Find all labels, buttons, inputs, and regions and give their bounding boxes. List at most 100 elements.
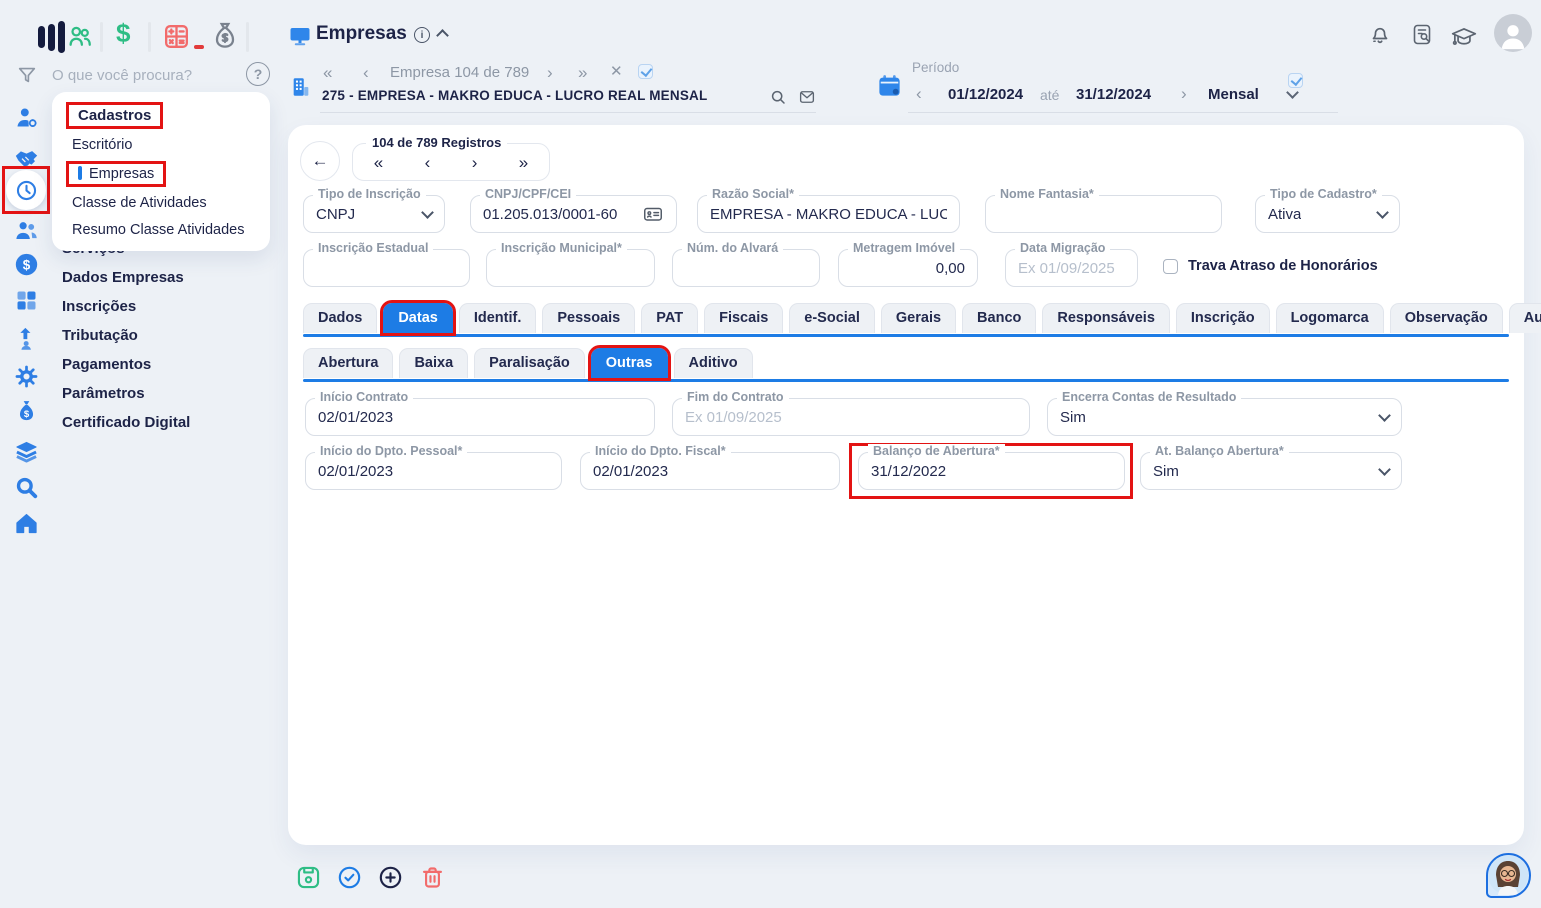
period-prev-button[interactable]: ‹ [916, 85, 922, 102]
mail-icon[interactable] [797, 88, 817, 106]
back-button[interactable]: ← [300, 141, 340, 181]
subtab-paralisa-o[interactable]: Paralisação [474, 348, 585, 378]
data-migracao-field[interactable]: Data Migração Ex 01/09/2025 [1005, 241, 1138, 287]
tipo-inscricao-select[interactable]: Tipo de Inscrição CNPJ [303, 187, 445, 233]
period-end[interactable]: 31/12/2024 [1076, 86, 1151, 103]
tab-inscri-o[interactable]: Inscrição [1175, 303, 1270, 333]
field-label: Encerra Contas de Resultado [1057, 390, 1242, 404]
calculator-icon[interactable] [161, 21, 192, 52]
tab-e-social[interactable]: e-Social [789, 303, 875, 333]
sidebar-item-certificado-digital[interactable]: Certificado Digital [62, 414, 190, 431]
encerra-contas-select[interactable]: Encerra Contas de Resultado Sim [1047, 390, 1402, 436]
users-icon-rail[interactable] [13, 217, 40, 244]
sidebar-item-inscri-es[interactable]: Inscrições [62, 298, 190, 315]
save-button[interactable] [295, 864, 322, 891]
nome-fantasia-field[interactable]: Nome Fantasia* [985, 187, 1222, 233]
prev-record-button[interactable]: ‹ [363, 64, 369, 81]
registros-next-button[interactable]: › [472, 154, 478, 171]
razao-social-field[interactable]: Razão Social* EMPRESA - MAKRO EDUCA - LU… [697, 187, 960, 233]
bell-icon[interactable] [1368, 21, 1392, 47]
search-icon-rail[interactable] [13, 474, 40, 501]
period-checkbox[interactable] [1288, 73, 1303, 88]
info-icon[interactable]: i [414, 27, 430, 43]
inscricao-estadual-field[interactable]: Inscrição Estadual [303, 241, 470, 287]
tab-logomarca[interactable]: Logomarca [1275, 303, 1384, 333]
tab-gerais[interactable]: Gerais [880, 303, 957, 333]
registros-first-button[interactable]: « [374, 154, 383, 171]
gear-icon[interactable] [13, 363, 40, 390]
period-next-button[interactable]: › [1181, 85, 1187, 102]
tab-dados[interactable]: Dados [303, 303, 378, 333]
first-record-button[interactable]: « [323, 64, 332, 81]
sidebar-item-dados-empresas[interactable]: Dados Empresas [62, 269, 190, 286]
num-alvara-field[interactable]: Núm. do Alvará [672, 241, 820, 287]
menu-item-resumo-classe-atividades[interactable]: Resumo Classe Atividades [66, 219, 256, 241]
delete-button[interactable] [419, 864, 446, 891]
add-button[interactable] [377, 864, 404, 891]
tab-respons-veis[interactable]: Responsáveis [1042, 303, 1170, 333]
help-icon[interactable]: ? [246, 62, 270, 86]
tipo-cadastro-select[interactable]: Tipo de Cadastro* Ativa [1255, 187, 1400, 233]
document-search-icon[interactable] [1410, 22, 1434, 47]
search-input[interactable]: O que você procura? [52, 67, 192, 84]
money-bag-icon-rail[interactable]: $ [13, 398, 40, 425]
menu-item-empresas[interactable]: Empresas [66, 161, 167, 187]
record-filter-checkbox[interactable] [638, 64, 653, 79]
last-record-button[interactable]: » [578, 64, 587, 81]
confirm-button[interactable] [336, 864, 363, 891]
person-raise-icon[interactable] [13, 325, 40, 352]
tab-identif[interactable]: Identif. [458, 303, 537, 333]
menu-item-cadastros[interactable]: Cadastros [66, 102, 164, 129]
period-mode-select[interactable]: Mensal [1208, 86, 1259, 103]
tab-pat[interactable]: PAT [641, 303, 699, 333]
tab-banco[interactable]: Banco [962, 303, 1037, 333]
dollar-circle-icon[interactable]: $ [13, 251, 40, 278]
next-record-button[interactable]: › [547, 64, 553, 81]
cnpj-field[interactable]: CNPJ/CPF/CEI 01.205.013/0001-60 [470, 187, 677, 233]
at-balanco-abertura-select[interactable]: At. Balanço Abertura* Sim [1140, 444, 1402, 490]
tab-datas[interactable]: Datas [380, 300, 456, 336]
registros-last-button[interactable]: » [519, 154, 528, 171]
user-settings-icon[interactable] [13, 104, 40, 131]
money-bag-icon[interactable] [209, 19, 241, 53]
subtab-aditivo[interactable]: Aditivo [673, 348, 753, 378]
inicio-contrato-field[interactable]: Início Contrato 02/01/2023 [305, 390, 655, 436]
inscricao-municipal-field[interactable]: Inscrição Municipal* [486, 241, 655, 287]
calculator-icon-rail[interactable] [13, 287, 40, 314]
id-card-icon[interactable] [642, 203, 664, 225]
users-icon[interactable] [64, 21, 96, 51]
fim-contrato-field[interactable]: Fim do Contrato Ex 01/09/2025 [672, 390, 1030, 436]
checkbox-icon[interactable] [1163, 258, 1178, 274]
avatar[interactable] [1494, 14, 1532, 52]
menu-item-classe-de-atividades[interactable]: Classe de Atividades [66, 192, 256, 214]
chevron-down-icon[interactable] [1286, 86, 1299, 99]
inicio-dpto-fiscal-field[interactable]: Início do Dpto. Fiscal* 02/01/2023 [580, 444, 840, 490]
tab-auditoria[interactable]: Auditoria [1508, 303, 1541, 333]
support-avatar[interactable] [1486, 853, 1531, 898]
subtab-abertura[interactable]: Abertura [303, 348, 394, 378]
tab-observa-o[interactable]: Observação [1389, 303, 1503, 333]
sidebar-item-pagamentos[interactable]: Pagamentos [62, 356, 190, 373]
search-record-icon[interactable] [768, 87, 788, 107]
subtab-baixa[interactable]: Baixa [399, 348, 469, 378]
graduation-cap-icon[interactable] [1450, 25, 1478, 49]
subtab-outras[interactable]: Outras [587, 345, 671, 381]
inicio-dpto-pessoal-field[interactable]: Início do Dpto. Pessoal* 02/01/2023 [305, 444, 562, 490]
collapse-icon[interactable] [436, 29, 449, 42]
sidebar-item-par-metros[interactable]: Parâmetros [62, 385, 190, 402]
metragem-imovel-field[interactable]: Metragem Imóvel 0,00 [838, 241, 978, 287]
layers-icon[interactable] [13, 438, 40, 465]
filter-icon[interactable] [16, 64, 38, 86]
home-icon[interactable] [13, 510, 40, 537]
tab-pessoais[interactable]: Pessoais [542, 303, 636, 333]
balanco-abertura-field[interactable]: Balanço de Abertura* 31/12/2022 [858, 444, 1125, 490]
trava-atraso-checkbox-row[interactable]: Trava Atraso de Honorários [1163, 258, 1378, 274]
field-value: Ativa [1268, 205, 1302, 223]
sidebar-item-tributa-o[interactable]: Tributação [62, 327, 190, 344]
menu-item-escrit-rio[interactable]: Escritório [66, 134, 256, 156]
tab-fiscais[interactable]: Fiscais [704, 303, 784, 333]
period-start[interactable]: 01/12/2024 [948, 86, 1023, 103]
registros-prev-button[interactable]: ‹ [425, 154, 431, 171]
close-icon[interactable]: ✕ [610, 64, 623, 79]
dollar-icon[interactable]: $ [116, 18, 130, 49]
